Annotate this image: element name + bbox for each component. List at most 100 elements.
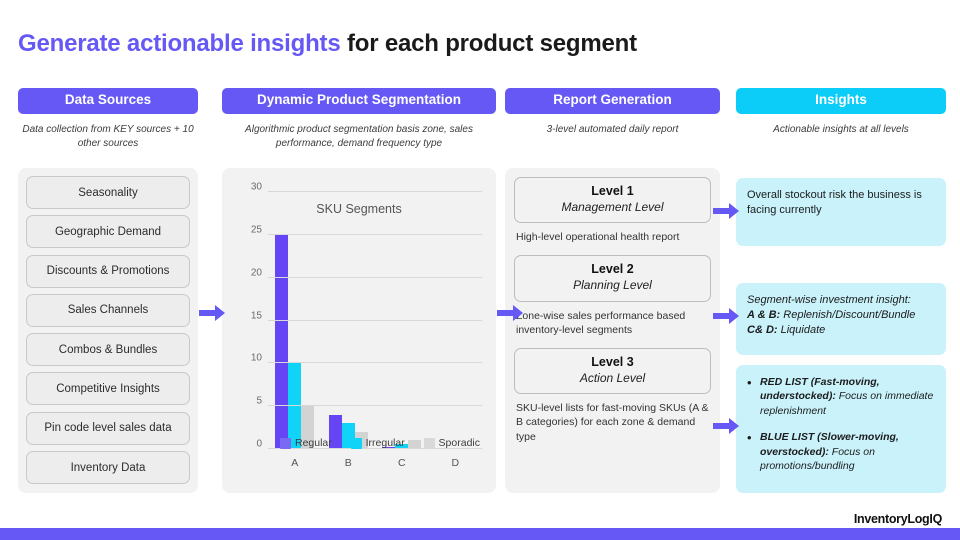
chart-bar-group — [382, 192, 422, 449]
report-generation-panel: Level 1 Management Level High-level operat… — [505, 168, 720, 493]
chart-gridline — [268, 362, 482, 364]
column-subtitle-data-sources: Data collection from KEY sources + 10 ot… — [22, 123, 194, 150]
report-level-box[interactable]: Level 2 Planning Level — [514, 255, 711, 302]
data-source-chip[interactable]: Seasonality — [26, 176, 190, 209]
data-source-chip-label: Seasonality — [78, 186, 138, 199]
column-header-report-generation: Report Generation — [505, 88, 720, 114]
page-title-rest: for each product segment — [340, 30, 637, 57]
insight-card-2-line-3-bold: C& D: — [747, 324, 778, 337]
data-source-chip[interactable]: Sales Channels — [26, 293, 190, 327]
chart-x-tick-label: B — [344, 457, 352, 469]
chart-plot-area: 0 5 10 15 20 25 30 — [251, 182, 482, 450]
data-source-chip-label: Competitive Insights — [56, 382, 160, 395]
chart-x-tick-label: C — [397, 457, 406, 469]
chart-gridline — [268, 319, 482, 321]
column-report-generation: Report Generation 3-level automated dail… — [505, 88, 720, 137]
report-level-description: High-level operational health report — [516, 231, 680, 244]
report-level-description: Zone-wise sales performance based invent… — [516, 309, 686, 336]
insight-list-item: RED LIST (Fast-moving, understocked): Fo… — [747, 374, 935, 418]
chart-bar — [275, 234, 289, 449]
arrow-level3-to-insight3 — [713, 418, 739, 434]
data-source-chip-label: Sales Channels — [67, 304, 149, 317]
chart-gridline — [268, 448, 482, 449]
page-title: Generate actionable insights for each pr… — [18, 30, 637, 58]
report-level-box[interactable]: Level 1 Management Level — [514, 177, 711, 224]
column-insights: Insights Actionable insights at all leve… — [736, 88, 946, 137]
insight-card-investment: Segment-wise investment insight: A & B: … — [736, 283, 946, 355]
chart-bar — [341, 423, 355, 449]
data-sources-panel: Seasonality Geographic Demand Discounts & … — [18, 168, 198, 493]
chart-gridline — [268, 191, 482, 192]
insight-card-2-line-2: A & B: Replenish/Discount/Bundle — [747, 308, 935, 323]
insight-card-2-line-2-bold: A & B: — [747, 309, 781, 322]
sku-segments-chart: SKU Segments 0 5 10 15 20 25 30 Regular Irregul… — [230, 176, 488, 485]
report-level-block: Level 1 Management Level High-level operat… — [514, 177, 711, 244]
data-source-chip[interactable]: Discounts & Promotions — [26, 254, 190, 288]
segmentation-chart-panel: SKU Segments 0 5 10 15 20 25 30 Regular Irregul… — [222, 168, 496, 493]
column-header-data-sources: Data Sources — [18, 88, 198, 114]
chart-bar-group — [275, 192, 315, 449]
insight-card-2-line-3-rest: Liquidate — [777, 324, 826, 337]
report-level-box[interactable]: Level 3 Action Level — [514, 347, 711, 395]
insight-list-item: BLUE LIST (Slower-moving, overstocked): … — [747, 429, 935, 473]
insight-card-2-line-3: C& D: Liquidate — [747, 323, 935, 338]
arrow-sources-to-segmentation — [199, 305, 225, 321]
insight-card-2-line-1: Segment-wise investment insight: — [747, 294, 911, 306]
column-header-insights: Insights — [736, 88, 946, 114]
insight-card-1-text: Overall stockout risk the business is fa… — [747, 189, 922, 217]
report-level-description: SKU-level lists for fast-moving SKUs (A … — [516, 402, 709, 443]
arrow-segmentation-to-report — [497, 305, 523, 321]
chart-bar-group — [328, 192, 368, 449]
chart-x-tick-label: A — [291, 457, 299, 469]
chart-gridline — [268, 276, 482, 278]
report-level-name: Level 2 — [591, 262, 634, 277]
data-source-chip-label: Pin code level sales data — [44, 422, 172, 435]
data-source-chip[interactable]: Competitive Insights — [26, 372, 190, 406]
chart-bar — [288, 363, 302, 449]
data-source-chip[interactable]: Inventory Data — [26, 451, 190, 485]
chart-bar — [328, 414, 342, 449]
chart-bar-group — [435, 192, 475, 449]
data-source-chip[interactable]: Combos & Bundles — [26, 333, 190, 367]
insight-card-stockout-risk: Overall stockout risk the business is fa… — [736, 178, 946, 246]
report-levels-list: Level 1 Management Level High-level operat… — [514, 177, 711, 444]
footer-accent-bar — [0, 528, 960, 540]
column-header-segmentation: Dynamic Product Segmentation — [222, 88, 496, 114]
column-subtitle-insights: Actionable insights at all levels — [773, 123, 909, 135]
chart-gridline — [268, 233, 482, 235]
chart-x-tick-label: D — [451, 457, 460, 469]
chart-bar — [301, 406, 315, 449]
page-title-accent: Generate actionable insights — [18, 30, 341, 57]
chart-gridline — [268, 405, 482, 407]
insight-card-3-list: RED LIST (Fast-moving, understocked): Fo… — [747, 374, 935, 473]
slide: Generate actionable insights for each pr… — [0, 0, 960, 540]
report-level-subtitle: Planning Level — [573, 278, 652, 293]
data-source-chip-label: Combos & Bundles — [58, 343, 158, 356]
data-source-chip[interactable]: Geographic Demand — [26, 215, 190, 249]
data-source-chip-label: Inventory Data — [70, 461, 146, 474]
chart-x-axis-labels: A B C D — [268, 457, 482, 471]
data-source-chip[interactable]: Pin code level sales data — [26, 411, 190, 445]
data-source-chip-label: Discounts & Promotions — [46, 265, 170, 278]
data-source-chip-label: Geographic Demand — [54, 225, 162, 238]
brand-logo: InventoryLogIQ — [853, 512, 942, 526]
chart-y-tick-label: 25 — [250, 224, 262, 236]
chart-bar — [354, 431, 368, 449]
arrow-level1-to-insight1 — [713, 203, 739, 219]
chart-y-tick-label: 20 — [250, 267, 262, 279]
insight-card-2-line-2-rest: Replenish/Discount/Bundle — [780, 309, 916, 322]
report-level-name: Level 3 — [591, 354, 634, 369]
chart-y-tick-label: 15 — [250, 310, 262, 321]
data-sources-list: Seasonality Geographic Demand Discounts & … — [26, 176, 190, 485]
column-data-sources: Data Sources Data collection from KEY so… — [18, 88, 198, 152]
report-level-subtitle: Action Level — [579, 370, 646, 385]
column-subtitle-segmentation: Algorithmic product segmentation basis z… — [245, 123, 473, 150]
report-level-subtitle: Management Level — [561, 199, 664, 214]
insight-card-lists: RED LIST (Fast-moving, understocked): Fo… — [736, 365, 946, 493]
chart-y-tick-label: 10 — [250, 352, 262, 364]
column-dynamic-product-segmentation: Dynamic Product Segmentation Algorithmic… — [222, 88, 496, 152]
chart-y-tick-label: 30 — [250, 181, 262, 193]
chart-bars — [268, 192, 482, 449]
report-level-name: Level 1 — [591, 184, 634, 198]
column-subtitle-report-generation: 3-level automated daily report — [546, 123, 679, 135]
